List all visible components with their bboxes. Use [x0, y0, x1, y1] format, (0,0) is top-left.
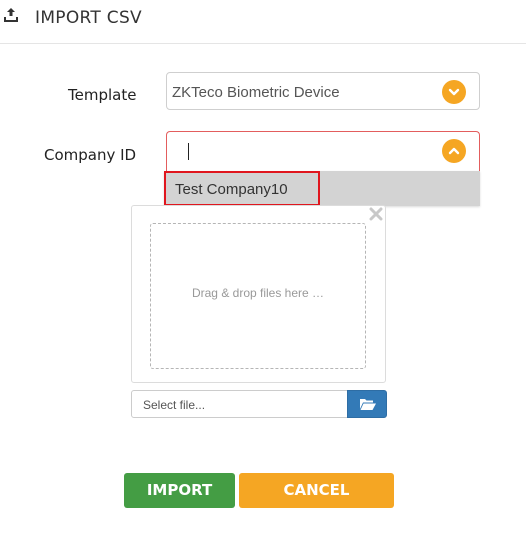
file-input-placeholder: Select file...: [143, 398, 206, 412]
cancel-button[interactable]: CANCEL: [239, 473, 394, 508]
text-cursor: [188, 143, 189, 160]
template-select[interactable]: ZKTeco Biometric Device: [166, 72, 480, 110]
dialog-header: IMPORT CSV: [0, 0, 526, 44]
close-icon[interactable]: [367, 205, 385, 223]
company-id-dropdown: Test Company10: [164, 171, 480, 206]
company-id-label: Company ID: [44, 146, 137, 164]
file-caption-input[interactable]: Select file...: [131, 390, 348, 418]
drop-zone[interactable]: Drag & drop files here …: [150, 223, 366, 369]
dialog-title: IMPORT CSV: [35, 8, 142, 28]
upload-icon: [4, 8, 18, 22]
company-id-select[interactable]: [166, 131, 480, 171]
drop-zone-text: Drag & drop files here …: [191, 286, 325, 300]
template-label: Template: [68, 86, 137, 104]
browse-button[interactable]: [347, 390, 387, 418]
template-select-value: ZKTeco Biometric Device: [172, 84, 340, 101]
dropdown-option-label: Test Company10: [175, 181, 288, 198]
folder-open-icon: [360, 399, 376, 410]
import-button[interactable]: IMPORT: [124, 473, 235, 508]
chevron-down-icon[interactable]: [442, 80, 466, 104]
dropdown-option-test-company10[interactable]: Test Company10: [164, 171, 320, 206]
chevron-up-icon[interactable]: [442, 139, 466, 163]
